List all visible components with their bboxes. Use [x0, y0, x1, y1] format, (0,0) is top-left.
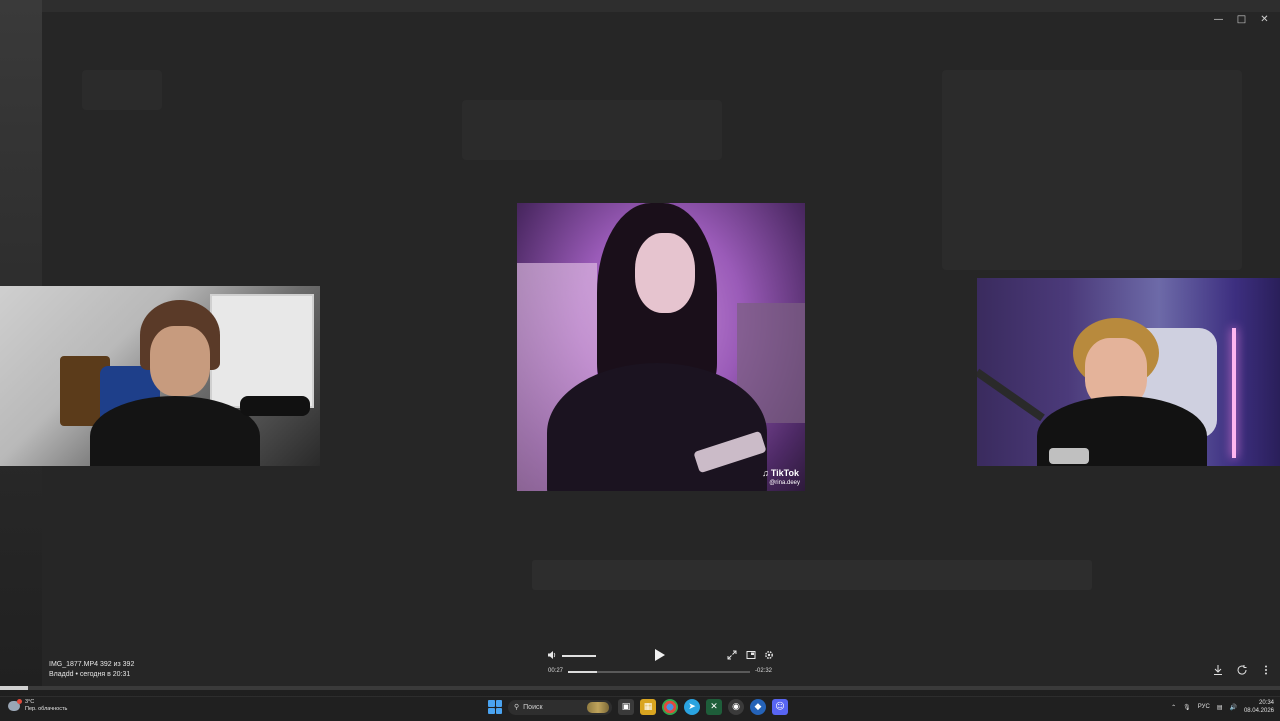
file-name: IMG_1877.MP4 392 из 392	[49, 661, 135, 668]
background-caption-blur	[532, 560, 1092, 590]
clock-date: 08.04.2026	[1243, 708, 1274, 714]
volume-slider[interactable]	[562, 655, 596, 657]
weather-widget[interactable]: 3°C Пер. облачность	[8, 699, 67, 713]
taskbar-search[interactable]: ⚲ Поиск	[508, 699, 612, 715]
left-webcam	[0, 286, 320, 466]
seek-bar[interactable]	[568, 671, 750, 673]
chevron-up-icon[interactable]: ⌃	[1171, 704, 1176, 711]
tiktok-logo: ♫ TikTok	[762, 468, 799, 478]
minimize-icon[interactable]: —	[1207, 10, 1230, 28]
download-icon[interactable]	[1212, 664, 1224, 676]
volume-icon[interactable]	[547, 650, 557, 660]
media-info: IMG_1877.MP4 392 из 392 Bладdd • сегодня…	[49, 660, 134, 680]
share-icon[interactable]	[1236, 664, 1248, 676]
app-icon-blue[interactable]: ◆	[750, 699, 766, 715]
maximize-icon[interactable]: □	[1230, 10, 1253, 28]
close-icon[interactable]: ✕	[1253, 10, 1276, 28]
obs-icon[interactable]: ◉	[728, 699, 744, 715]
system-tray: ⌃ 🎙 РУС ▤ 🔊 20:34 08.04.2026	[1171, 699, 1274, 715]
microphone-icon[interactable]: 🎙	[1183, 704, 1191, 711]
desktop: — □ ✕ ♫ TikTok @rina.deey IMG_1877.MP4 3…	[0, 0, 1280, 721]
clock-time: 20:34	[1258, 700, 1274, 706]
thumbnail-strip-progress[interactable]	[0, 686, 1280, 690]
author-line: Bладdd • сегодня в 20:31	[49, 671, 131, 678]
search-highlight-image	[587, 701, 609, 713]
tiktok-handle: @rina.deey	[769, 480, 800, 486]
seek-progress	[568, 671, 598, 673]
more-icon[interactable]	[1260, 664, 1272, 676]
settings-icon[interactable]	[764, 650, 774, 660]
player-controls: 00:27 -02:32	[540, 645, 780, 685]
pip-icon[interactable]	[746, 650, 756, 660]
search-icon: ⚲	[514, 704, 520, 711]
discord-icon[interactable]: ☺	[772, 699, 788, 715]
terminal-icon[interactable]: ✕	[706, 699, 722, 715]
play-icon[interactable]	[654, 648, 666, 662]
network-icon[interactable]: ▤	[1217, 704, 1223, 711]
current-time: 00:27	[548, 668, 564, 674]
speaker-icon[interactable]: 🔊	[1229, 704, 1236, 711]
window-controls: — □ ✕	[1207, 10, 1276, 28]
taskbar-apps: ⚲ Поиск ▣ ▦ ➤ ✕ ◉ ◆ ☺	[488, 699, 788, 715]
tiktok-icon: ♫	[762, 468, 769, 478]
chrome-icon[interactable]	[662, 699, 678, 715]
fullscreen-icon[interactable]	[727, 650, 737, 660]
right-webcam	[977, 278, 1280, 466]
file-explorer-icon[interactable]: ▦	[640, 699, 656, 715]
weather-desc: Пер. облачность	[25, 706, 68, 712]
remaining-time: -02:32	[755, 668, 773, 674]
notification-badge	[17, 699, 22, 704]
thumbnail-strip-position	[0, 686, 28, 690]
search-placeholder: Поиск	[523, 703, 543, 711]
language-indicator[interactable]: РУС	[1198, 704, 1210, 710]
weather-temp: 3°C	[25, 699, 35, 705]
start-button[interactable]	[488, 700, 502, 714]
taskbar: 3°C Пер. облачность ⚲ Поиск ▣ ▦ ➤ ✕ ◉ ◆ …	[0, 696, 1280, 721]
telegram-icon[interactable]: ➤	[684, 699, 700, 715]
clock[interactable]: 20:34 08.04.2026	[1244, 699, 1274, 715]
title-bar	[42, 0, 1280, 12]
viewer-tools	[1212, 664, 1272, 676]
task-view-icon[interactable]: ▣	[618, 699, 634, 715]
tiktok-video[interactable]: ♫ TikTok @rina.deey	[517, 203, 805, 491]
cloud-icon	[8, 699, 22, 711]
